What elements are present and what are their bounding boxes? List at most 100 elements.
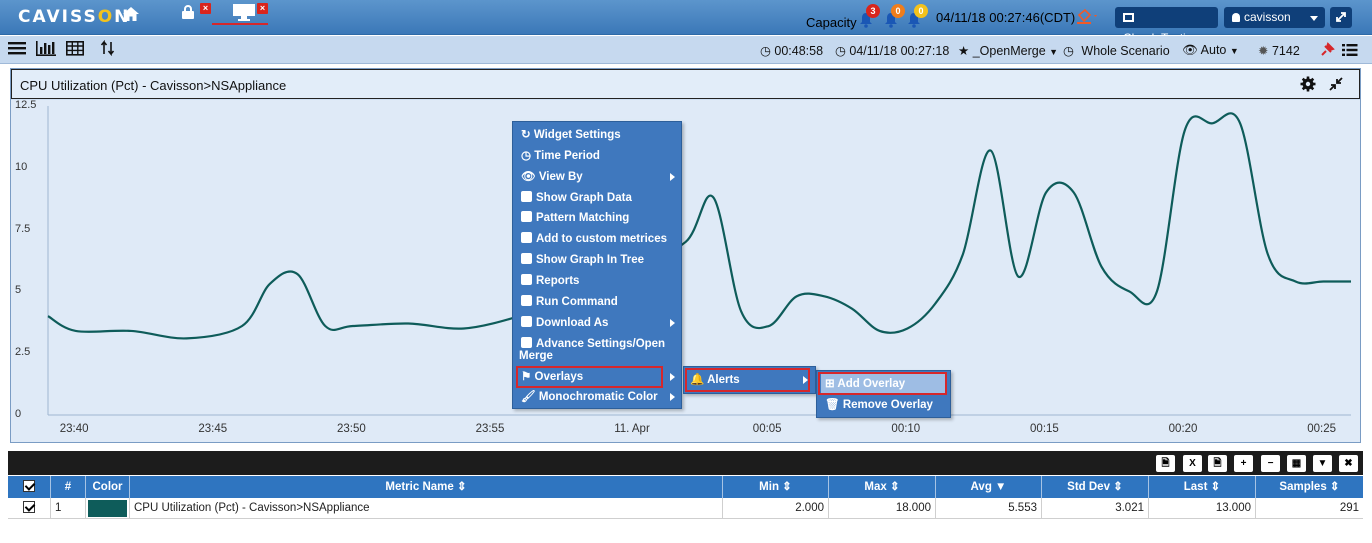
user-name: cavisson <box>1244 10 1291 24</box>
top-header-bar: CAVISSON × × Capacity 3 0 0 04/11/18 00:… <box>0 0 1372 45</box>
close-lock-tab-icon[interactable]: × <box>200 3 211 14</box>
widget-header: CPU Utilization (Pct) - Cavisson>NSAppli… <box>11 69 1360 99</box>
y-tick-label: 7.5 <box>15 222 31 235</box>
add-button[interactable]: + <box>1234 455 1253 472</box>
monitor-icon[interactable] <box>232 3 256 24</box>
bell-alert-major-icon[interactable]: 0 <box>884 4 905 31</box>
table-row[interactable]: 1 CPU Utilization (Pct) - Cavisson>NSApp… <box>8 498 1363 519</box>
user-menu-button[interactable]: cavisson <box>1224 7 1325 28</box>
col-samples[interactable]: Samples ⇕ <box>1256 476 1363 498</box>
gear-icon[interactable] <box>1300 76 1316 92</box>
brush-icon: 🖌 <box>521 391 536 403</box>
caret-down-icon: ▼ <box>1049 47 1059 57</box>
menu-item-run-command[interactable]: Run Command <box>521 292 618 312</box>
trash-icon: 🗑 <box>825 399 840 411</box>
menu-item-reports[interactable]: Reports <box>521 271 579 291</box>
series-line-cpu[interactable] <box>47 112 1351 340</box>
expand-button[interactable] <box>1330 7 1352 28</box>
close-monitor-tab-icon[interactable]: × <box>257 3 268 14</box>
row-avg: 5.553 <box>936 498 1042 519</box>
menu-item-widget-settings[interactable]: ↻ Widget Settings <box>521 125 621 145</box>
col-metric-name[interactable]: Metric Name ⇕ <box>130 476 723 498</box>
highlight-add-overlay <box>818 372 947 395</box>
col-max[interactable]: Max ⇕ <box>829 476 936 498</box>
col-stddev[interactable]: Std Dev ⇕ <box>1042 476 1149 498</box>
clock-icon: ◷ <box>521 150 532 162</box>
bell-count-minor: 0 <box>914 4 928 18</box>
remove-button[interactable]: − <box>1261 455 1280 472</box>
collapse-icon[interactable] <box>1328 76 1344 92</box>
row-checkbox[interactable] <box>23 501 35 513</box>
view-mode-dropdown[interactable]: 👁 Auto ▼ <box>1182 43 1239 58</box>
export-word-button[interactable]: 🗎 <box>1208 455 1227 472</box>
menu-item-advance-settings-line2[interactable]: Merge <box>519 346 553 366</box>
menu-label: Reports <box>536 275 580 287</box>
export-excel-button[interactable]: X <box>1183 455 1202 472</box>
col-avg[interactable]: Avg ▼ <box>936 476 1042 498</box>
menu-item-pattern-matching[interactable]: Pattern Matching <box>521 208 629 228</box>
expand-icon <box>1336 12 1346 22</box>
x-tick-label: 23:55 <box>475 423 505 435</box>
menu-item-add-custom-metrics[interactable]: Add to custom metrices <box>521 229 667 249</box>
filter-button[interactable]: ▼ <box>1313 455 1332 472</box>
timestamp-group: ◷ 04/11/18 00:27:18 <box>835 43 949 58</box>
x-tick-label: 00:05 <box>752 423 782 435</box>
row-checkbox-cell[interactable] <box>8 498 51 519</box>
caret-down-icon <box>1310 16 1318 21</box>
select-all-checkbox-cell[interactable] <box>8 476 51 498</box>
spinner-icon: ✹ <box>1258 44 1269 58</box>
bar-chart-icon[interactable] <box>36 40 56 56</box>
menu-item-remove-overlay[interactable]: 🗑 Remove Overlay <box>825 395 933 415</box>
chart-icon <box>521 253 532 264</box>
col-label: Std Dev <box>1067 481 1110 493</box>
menu-icon[interactable] <box>8 40 26 56</box>
project-selector-button[interactable]: Cloud_Testing <box>1115 7 1218 45</box>
refresh-icon: ↻ <box>521 129 531 141</box>
lock-icon[interactable] <box>180 4 196 23</box>
chevron-right-icon <box>670 393 675 401</box>
menu-item-view-by[interactable]: 👁 View By <box>521 167 681 187</box>
close-button[interactable]: ✖ <box>1339 455 1358 472</box>
pin-icon[interactable] <box>1319 42 1335 58</box>
col-label: Samples <box>1279 481 1327 493</box>
color-swatch[interactable] <box>88 500 127 517</box>
paint-bucket-icon[interactable] <box>1076 8 1100 28</box>
row-color-cell[interactable] <box>86 498 130 519</box>
list-icon[interactable] <box>1342 43 1358 57</box>
home-icon[interactable] <box>122 6 140 25</box>
select-all-checkbox[interactable] <box>23 480 35 492</box>
x-tick-label: 11. Apr <box>614 423 650 435</box>
col-label: Metric Name <box>385 481 454 493</box>
columns-button[interactable]: ▦ <box>1287 455 1306 472</box>
menu-label: Monochromatic Color <box>538 391 658 403</box>
menu-label: Advance Settings/Open <box>536 338 666 350</box>
favorite-dropdown[interactable]: ★ _OpenMerge ▼ <box>958 43 1058 58</box>
bell-alert-critical-icon[interactable]: 3 <box>859 4 880 31</box>
col-last[interactable]: Last ⇕ <box>1149 476 1256 498</box>
table-icon[interactable] <box>66 40 84 56</box>
menu-label: Run Command <box>536 296 618 308</box>
current-timestamp: 04/11/18 00:27:18 <box>849 44 950 58</box>
menu-item-monochromatic-color[interactable]: 🖌 Monochromatic Color <box>521 387 681 407</box>
user-icon <box>1232 13 1240 22</box>
bell-alert-minor-icon[interactable]: 0 <box>907 4 928 31</box>
menu-item-time-period[interactable]: ◷ Time Period <box>521 146 600 166</box>
scope-selector[interactable]: ◷ Whole Scenario <box>1063 43 1170 58</box>
eye-icon: 👁 <box>1182 43 1198 57</box>
eye-icon: 👁 <box>521 171 536 183</box>
menu-item-show-graph-data[interactable]: Show Graph Data <box>521 188 632 208</box>
highlight-overlays <box>516 366 663 388</box>
col-min[interactable]: Min ⇕ <box>723 476 829 498</box>
scope-label: Whole Scenario <box>1081 44 1170 58</box>
menu-item-show-graph-in-tree[interactable]: Show Graph In Tree <box>521 250 644 270</box>
x-tick-label: 23:40 <box>59 423 89 435</box>
clock-icon: ◷ <box>835 44 846 58</box>
row-last: 13.000 <box>1149 498 1256 519</box>
sort-icon[interactable] <box>100 40 116 56</box>
export-pdf-button[interactable]: 🗎 <box>1156 455 1175 472</box>
x-tick-label: 00:25 <box>1307 423 1337 435</box>
clock-icon: ◷ <box>760 44 771 58</box>
metrics-table-toolbar: 🗎 X 🗎 + − ▦ ▼ ✖ <box>8 451 1363 475</box>
chart-icon <box>521 191 532 202</box>
menu-item-download-as[interactable]: Download As <box>521 313 681 333</box>
